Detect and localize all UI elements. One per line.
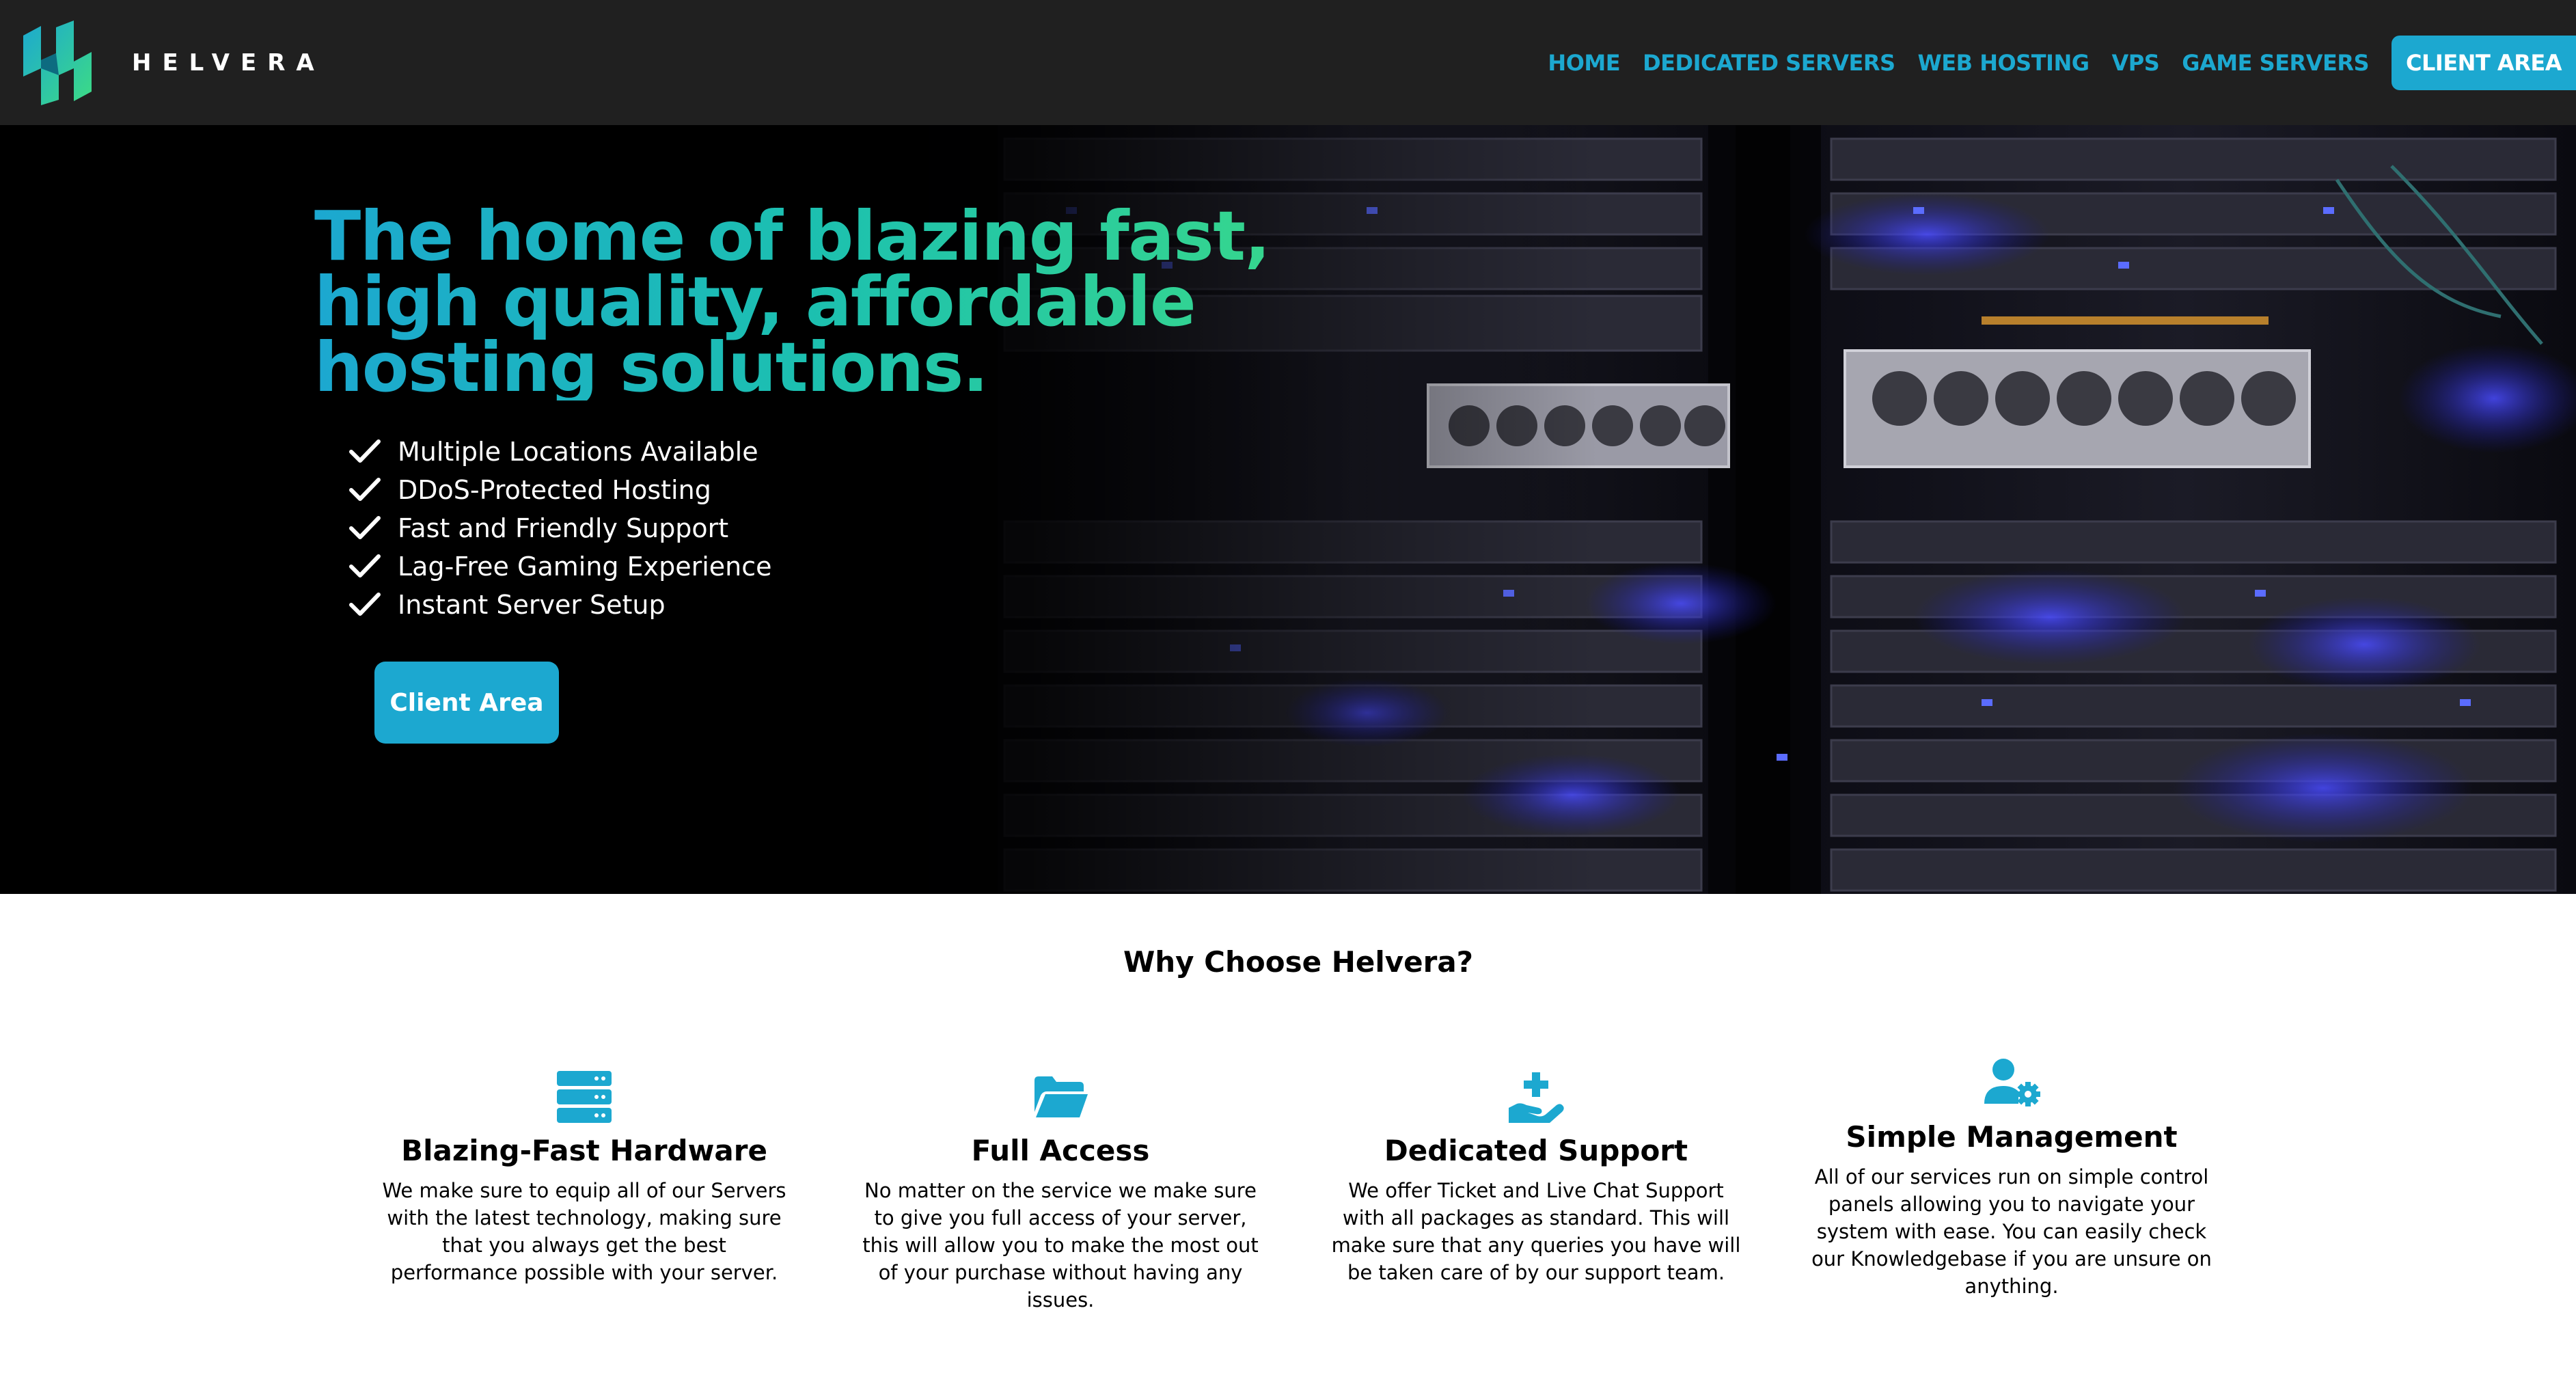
feature-card-management: Simple Management All of our services ru… (1793, 1056, 2230, 1300)
hero-title: The home of blazing fast, high quality, … (314, 202, 1408, 402)
card-title: Dedicated Support (1384, 1134, 1688, 1167)
main-menu: HOME DEDICATED SERVERS WEB HOSTING VPS G… (1548, 0, 2576, 125)
feature-label: Fast and Friendly Support (398, 513, 729, 543)
checkmark-icon (349, 439, 381, 463)
folder-open-icon (1034, 1076, 1088, 1117)
card-text: No matter on the service we make sure to… (862, 1179, 1259, 1312)
checkmark-icon (349, 593, 381, 616)
card-text: All of our services run on simple contro… (1811, 1165, 2212, 1298)
feature-item: Fast and Friendly Support (348, 509, 772, 547)
feature-item: Instant Server Setup (348, 586, 772, 624)
nav-dedicated-servers[interactable]: DEDICATED SERVERS (1643, 50, 1895, 76)
hand-holding-medical-icon (1509, 1072, 1564, 1123)
feature-item: Multiple Locations Available (348, 433, 772, 471)
nav-vps[interactable]: VPS (2112, 50, 2160, 76)
feature-label: Multiple Locations Available (398, 437, 758, 467)
hero-section: The home of blazing fast, high quality, … (0, 125, 2576, 894)
feature-card-access: Full Access No matter on the service we … (842, 1070, 1279, 1314)
nav-home[interactable]: HOME (1548, 50, 1620, 76)
feature-card-support: Dedicated Support We offer Ticket and Li… (1317, 1070, 1755, 1286)
top-navbar: HELVERA HOME DEDICATED SERVERS WEB HOSTI… (0, 0, 2576, 125)
checkmark-icon (349, 516, 381, 539)
brand-logo[interactable]: HELVERA (20, 21, 325, 105)
feature-card-hardware: Blazing-Fast Hardware We make sure to eq… (366, 1070, 803, 1286)
client-area-hero-button[interactable]: Client Area (374, 662, 559, 744)
server-icon (557, 1071, 612, 1123)
card-title: Blazing-Fast Hardware (401, 1134, 767, 1167)
why-choose-title: Why Choose Helvera? (1123, 945, 1474, 979)
card-title: Full Access (971, 1134, 1150, 1167)
card-text: We offer Ticket and Live Chat Support wi… (1331, 1179, 1741, 1284)
checkmark-icon (349, 478, 381, 501)
helvera-logo-icon (23, 21, 92, 105)
feature-label: Lag-Free Gaming Experience (398, 552, 772, 582)
card-text: We make sure to equip all of our Servers… (382, 1179, 786, 1284)
client-area-nav-button[interactable]: CLIENT AREA (2392, 35, 2576, 90)
card-title: Simple Management (1846, 1120, 2178, 1154)
feature-list: Multiple Locations Available DDoS-Protec… (348, 433, 772, 624)
brand-name: HELVERA (132, 49, 325, 77)
user-gear-icon (1984, 1059, 2040, 1106)
feature-item: Lag-Free Gaming Experience (348, 547, 772, 586)
feature-label: Instant Server Setup (398, 590, 666, 620)
feature-label: DDoS-Protected Hosting (398, 475, 711, 505)
nav-web-hosting[interactable]: WEB HOSTING (1918, 50, 2090, 76)
nav-game-servers[interactable]: GAME SERVERS (2182, 50, 2369, 76)
checkmark-icon (349, 554, 381, 578)
feature-item: DDoS-Protected Hosting (348, 471, 772, 509)
